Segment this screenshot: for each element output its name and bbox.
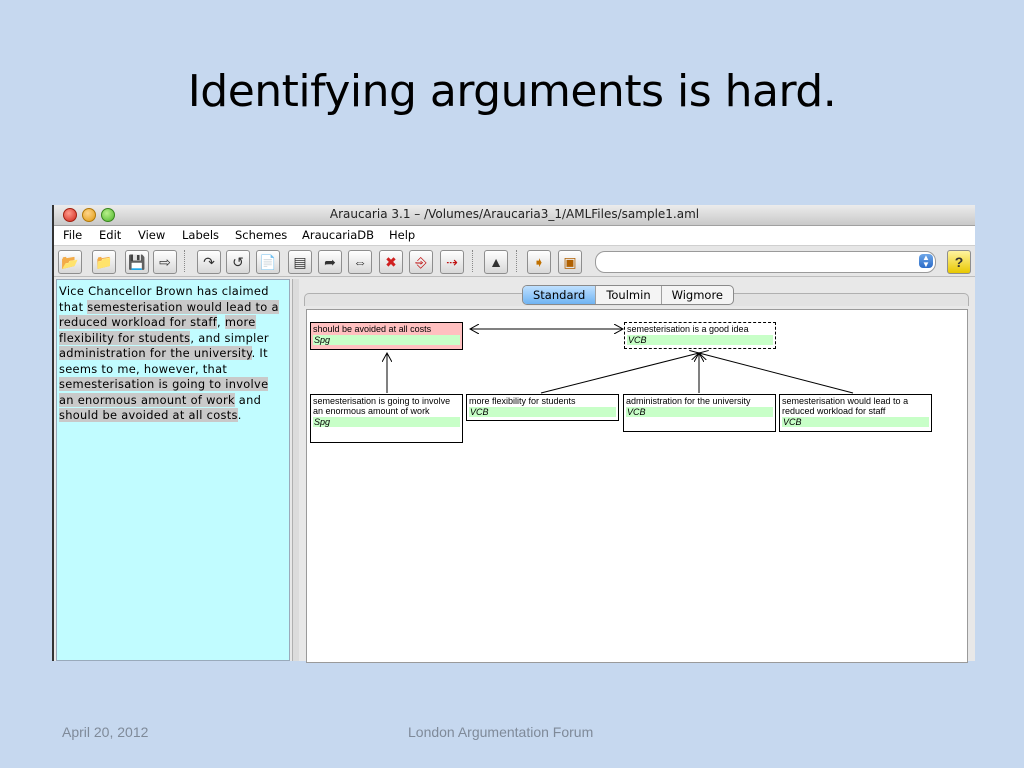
menu-araucariadb[interactable]: AraucariaDB: [302, 228, 374, 242]
highlighted-proposition[interactable]: administration for the university: [59, 346, 252, 360]
toolbar-separator: [516, 250, 518, 272]
node-text: more flexibility for students: [469, 396, 576, 406]
node-text: semesterisation is a good idea: [627, 324, 749, 334]
delete-icon[interactable]: ✖: [379, 250, 403, 274]
source-text: .: [237, 408, 242, 422]
toolbar: 📂 📁 💾 ⇨ ↷ ↺ 📄 ▤ ➦ ⇔ ✖ ⎆ ⇢ ▲ ➧ ▣ ▲ ▼ ?: [54, 246, 975, 277]
tab-wigmore[interactable]: Wigmore: [662, 286, 733, 304]
unpin-icon[interactable]: ⇢: [440, 250, 464, 274]
support-link: [699, 353, 854, 394]
source-text-pane[interactable]: Vice Chancellor Brown has claimed that s…: [56, 279, 290, 661]
open-folder-icon[interactable]: 📂: [58, 250, 82, 274]
source-text: , and simpler: [190, 330, 269, 345]
app-window: Araucaria 3.1 – /Volumes/Araucaria3_1/AM…: [52, 205, 975, 663]
pin-icon[interactable]: ⎆: [409, 250, 433, 274]
node-text: semesterisation would lead to a reduced …: [782, 396, 909, 416]
menu-help[interactable]: Help: [389, 228, 415, 242]
source-text: ,: [217, 315, 225, 329]
diagram-area: Standard Toulmin Wigmore should be avoid: [300, 279, 975, 663]
menu-schemes[interactable]: Schemes: [235, 228, 287, 242]
database-icon[interactable]: ▣: [558, 250, 582, 274]
document-icon[interactable]: ▤: [288, 250, 312, 274]
node-owner: VCB: [627, 335, 773, 345]
help-icon[interactable]: ?: [947, 250, 971, 274]
tab-standard[interactable]: Standard: [523, 286, 597, 304]
node-owner: VCB: [469, 407, 616, 417]
menu-file[interactable]: File: [63, 228, 82, 242]
view-tabs: Standard Toulmin Wigmore: [522, 285, 735, 305]
node-enormous[interactable]: semesterisation is going to involve an e…: [310, 394, 463, 443]
swap-icon[interactable]: ⇔: [348, 250, 372, 274]
node-owner: Spg: [313, 417, 460, 427]
node-text: semesterisation is going to involve an e…: [313, 396, 451, 416]
back-icon[interactable]: ➦: [318, 250, 342, 274]
toolbar-separator: [472, 250, 474, 272]
menu-edit[interactable]: Edit: [99, 228, 121, 242]
node-good-idea[interactable]: semesterisation is a good idea VCB: [624, 322, 776, 349]
export-icon[interactable]: ⇨: [153, 250, 177, 274]
node-flexibility[interactable]: more flexibility for students VCB: [466, 394, 619, 421]
open-folder-icon[interactable]: 📁: [92, 250, 116, 274]
toolbar-separator: [184, 250, 186, 272]
node-owner: VCB: [782, 417, 929, 427]
redo-icon[interactable]: ↺: [226, 250, 250, 274]
node-owner: Spg: [313, 335, 460, 345]
node-text: should be avoided at all costs: [313, 324, 432, 334]
highlighted-proposition[interactable]: should be avoided at all costs: [59, 408, 238, 422]
slide-title: Identifying arguments is hard.: [187, 66, 837, 117]
tab-toulmin[interactable]: Toulmin: [596, 286, 662, 304]
save-icon[interactable]: 💾: [125, 250, 149, 274]
import-icon[interactable]: ➧: [527, 250, 551, 274]
window-title: Araucaria 3.1 – /Volumes/Araucaria3_1/AM…: [329, 207, 700, 221]
argument-canvas[interactable]: should be avoided at all costs Spg semes…: [306, 309, 968, 663]
menu-labels[interactable]: Labels: [182, 228, 219, 242]
source-text: and: [234, 392, 262, 407]
node-text: administration for the university: [626, 396, 751, 406]
node-owner: VCB: [626, 407, 773, 417]
title-bar[interactable]: Araucaria 3.1 – /Volumes/Araucaria3_1/AM…: [54, 205, 975, 226]
node-workload[interactable]: semesterisation would lead to a reduced …: [779, 394, 932, 432]
menu-view[interactable]: View: [138, 228, 165, 242]
node-administration[interactable]: administration for the university VCB: [623, 394, 776, 432]
node-avoided[interactable]: should be avoided at all costs Spg: [310, 322, 463, 350]
argument-links: [307, 310, 854, 394]
footer-date: April 20, 2012: [62, 724, 149, 740]
undo-icon[interactable]: ↷: [197, 250, 221, 274]
support-link: [540, 353, 699, 394]
menu-bar: File Edit View Labels Schemes AraucariaD…: [54, 226, 975, 246]
split-pane-divider[interactable]: [292, 279, 299, 661]
scheme-select[interactable]: ▲ ▼: [595, 251, 936, 273]
footer-center: London Argumentation Forum: [408, 724, 594, 740]
tree-icon[interactable]: ▲: [484, 250, 508, 274]
new-document-icon[interactable]: 📄: [256, 250, 280, 274]
select-arrows-icon[interactable]: ▲ ▼: [919, 254, 933, 269]
